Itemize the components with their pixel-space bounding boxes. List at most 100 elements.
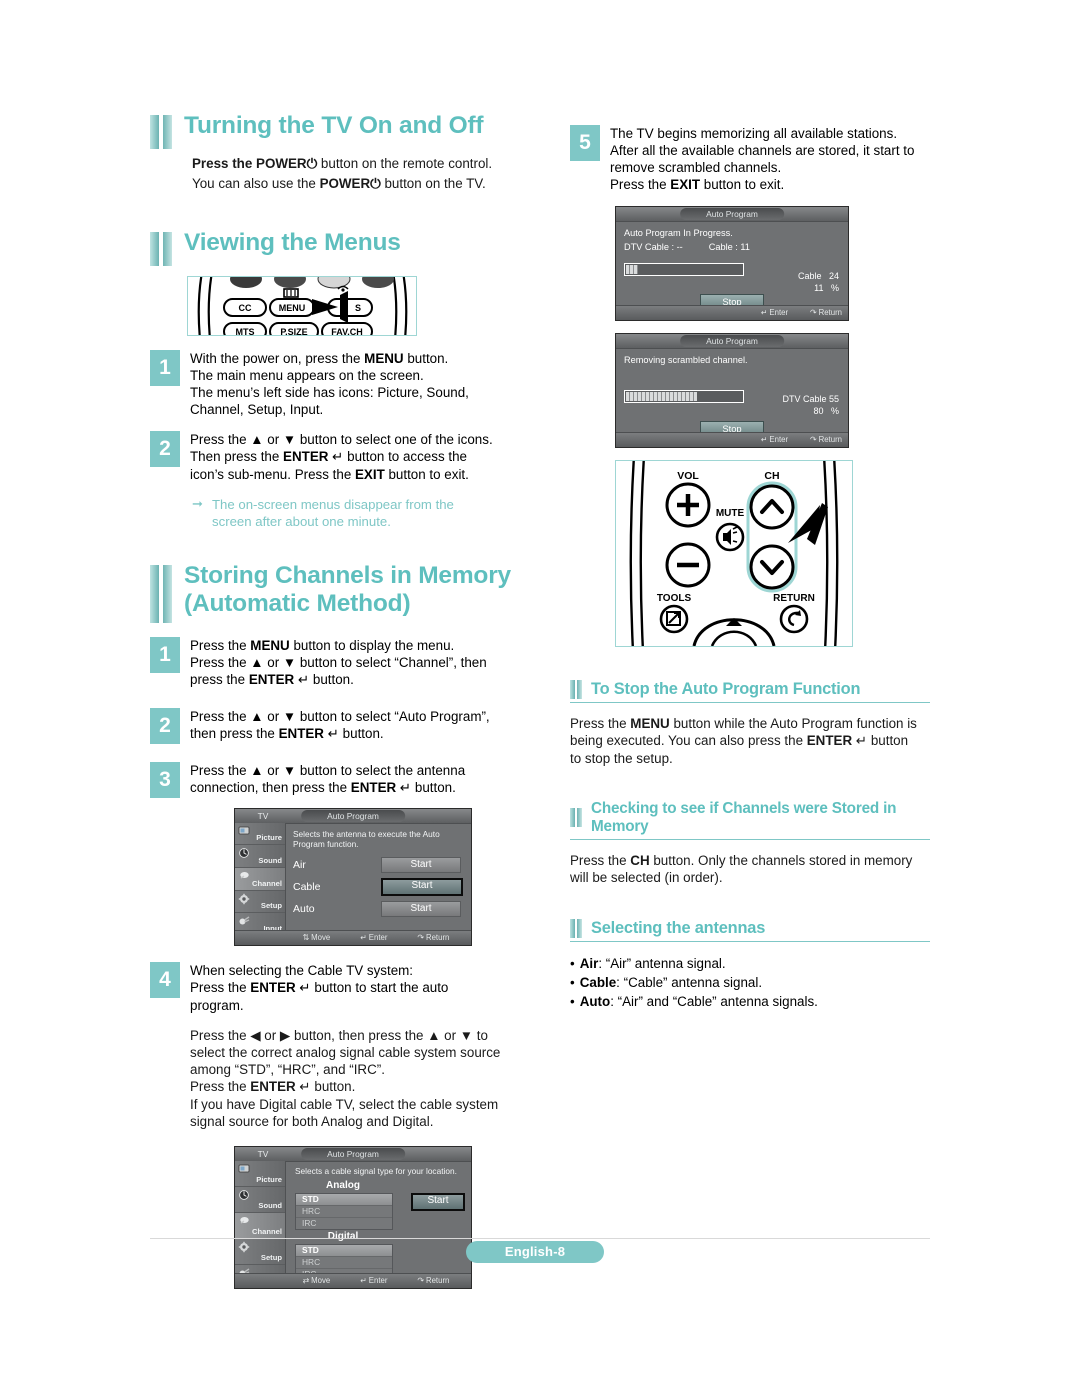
osd-main-panel: Selects the antenna to execute the Auto … [287, 824, 471, 917]
osd-option-analog-irc[interactable]: IRC [296, 1218, 392, 1229]
step-item: 1 With the power on, press the MENU butt… [150, 350, 550, 419]
step-line-rendered: With the power on, press the MENU button… [190, 351, 449, 367]
page-title-storing-channels: Storing Channels in Memory (Automatic Me… [184, 562, 511, 618]
step-line-rendered: connection, then press the ENTER ↵ butto… [190, 779, 456, 796]
osd-main-panel: Selects a cable signal type for your loc… [287, 1162, 471, 1282]
osd-start-button-cable[interactable]: Start [381, 877, 463, 896]
svg-text:RETURN: RETURN [773, 593, 815, 604]
step-number: 2 [150, 707, 180, 744]
osd-tab-title: Auto Program [680, 207, 784, 220]
osd-hint-label: Return [425, 1276, 450, 1286]
svg-text:CC: CC [239, 303, 252, 313]
osd-start-button-auto[interactable]: Start [381, 900, 461, 917]
step-item: 4 When selecting the Cable TV system: Pr… [150, 961, 550, 1015]
osd-sidebar-item-channel[interactable]: Channel [235, 868, 285, 891]
subtitle-checking-channels: Checking to see if Channels were Stored … [591, 799, 897, 835]
osd-sidebar-item-picture[interactable]: Picture [235, 823, 285, 846]
left-column: Turning the TV On and Off Press the POWE… [150, 112, 550, 1289]
osd-body: Auto Program In Progress. DTV Cable : --… [616, 222, 848, 309]
step-item: 3 Press the ▲ or ▼ button to select the … [150, 761, 550, 798]
osd-hint-enter: ↵ Enter [360, 933, 387, 942]
step-line-rendered: then press the ENTER ↵ button. [190, 725, 384, 742]
step-text: Press the ▲ or ▼ button to select “Auto … [190, 708, 490, 744]
osd-sidebar-item-setup[interactable]: Setup [235, 1239, 285, 1265]
osd-option-digital-std[interactable]: STD [296, 1245, 392, 1258]
osd-hint-label: Enter [368, 933, 388, 943]
bullet-desc: : “Cable” antenna signal. [616, 974, 763, 990]
step-text: With the power on, press the MENU button… [190, 350, 469, 419]
move-arrows-icon: ⇅ [302, 933, 310, 943]
extra-line: among “STD”, “HRC”, and “IRC”. [190, 1061, 385, 1077]
heading-accent-bars-icon [150, 115, 174, 149]
osd-progress-status: Cable 24 11 % [798, 270, 839, 294]
osd-status-value: 24 [828, 270, 839, 281]
osd-sidebar-item-setup[interactable]: Setup [235, 891, 285, 914]
osd-tv-label: TV [257, 810, 269, 821]
bullet-term: Air [579, 955, 599, 971]
step-item: 5 The TV begins memorizing all available… [570, 125, 930, 194]
osd-sidebar-item-sound[interactable]: Sound [235, 1187, 285, 1213]
osd-hint-enter: ↵ Enter [360, 1276, 387, 1285]
osd-option-digital-hrc[interactable]: HRC [296, 1257, 392, 1270]
svg-text:MENU: MENU [279, 303, 306, 313]
osd-group-title-analog: Analog [326, 1180, 360, 1192]
osd-progress-line1: Auto Program In Progress. [624, 227, 733, 238]
title-line-2: (Automatic Method) [184, 589, 411, 617]
osd-sidebar-label: Setup [260, 901, 282, 911]
step-line-rendered: press the ENTER ↵ button. [190, 671, 354, 688]
osd-hint-label: Move [311, 1276, 331, 1286]
osd-sidebar-item-picture[interactable]: Picture [235, 1161, 285, 1187]
body-line: Press the MENU button while the Auto Pro… [570, 715, 917, 731]
section-storing-channels-heading: Storing Channels in Memory (Automatic Me… [150, 562, 550, 624]
osd-hint-return: ↷ Return [417, 933, 449, 942]
page-title-viewing-menus: Viewing the Menus [184, 229, 401, 257]
step-line-rendered: The TV begins memorizing all available s… [610, 126, 898, 141]
note-onscreen-menus: ➞ The on-screen menus disappear from the… [192, 496, 550, 530]
section-turning-tv-heading: Turning the TV On and Off [150, 112, 550, 149]
osd-percent-value: 80 [813, 405, 824, 416]
osd-topbar: TV Auto Program [235, 1146, 471, 1162]
step-item: 2 Press the ▲ or ▼ button to select “Aut… [150, 707, 550, 744]
osd-description: Selects a cable signal type for your loc… [295, 1165, 457, 1176]
osd-removing-line1: Removing scrambled channel. [624, 354, 748, 365]
step-line-rendered: program. [190, 997, 244, 1013]
manual-page: Turning the TV On and Off Press the POWE… [0, 0, 1080, 1397]
step-number: 5 [570, 125, 600, 161]
extra-line: signal source for both Analog and Digita… [190, 1113, 434, 1129]
osd-status-row-1: Cable 24 [798, 270, 839, 282]
osd-progress-fill [626, 264, 638, 274]
input-icon [239, 916, 250, 925]
setup-gear-icon [238, 1241, 250, 1253]
osd-sidebar-label: Channel [252, 1226, 282, 1236]
osd-hint-label: Return [818, 435, 842, 445]
osd-group-title-digital: Digital [327, 1231, 359, 1243]
osd-option-analog-hrc[interactable]: HRC [296, 1206, 392, 1219]
turning-tv-line-1: Press the POWER⏻ button on the remote co… [192, 156, 493, 172]
osd-auto-program-antenna: TV Auto Program Picture Sound Channel Se… [234, 807, 472, 946]
osd-sidebar-item-sound[interactable]: Sound [235, 845, 285, 869]
osd-option-analog-std[interactable]: STD [296, 1194, 392, 1207]
return-icon: ↷ [417, 1276, 424, 1286]
heading-accent-bars-icon [150, 565, 174, 624]
note-line: screen after about one minute. [212, 513, 391, 529]
osd-status-row-2: 80 % [782, 405, 839, 417]
step-item: 2 Press the ▲ or ▼ button to select one … [150, 430, 550, 484]
osd-progress-bar [624, 389, 744, 403]
step-text: Press the ▲ or ▼ button to select the an… [190, 762, 465, 798]
extra-line: Press the ENTER ↵ button. [190, 1078, 356, 1095]
osd-hint-bar: ⇄ Move ↵ Enter ↷ Return [235, 1272, 471, 1288]
osd-hint-label: Return [818, 308, 842, 318]
osd-option-box-analog: STD HRC IRC [295, 1193, 393, 1231]
osd-sidebar-label: Picture [256, 833, 282, 843]
osd-hint-label: Enter [368, 1276, 388, 1286]
osd-start-button-air[interactable]: Start [381, 856, 461, 873]
osd-sidebar-item-channel[interactable]: Channel [235, 1212, 285, 1239]
osd-tab-title: Auto Program [301, 809, 405, 822]
note-text: The on-screen menus disappear from the s… [212, 496, 454, 530]
osd-start-button[interactable]: Start [411, 1193, 465, 1212]
step-text: Press the MENU button to display the men… [190, 637, 487, 690]
body-line: being executed. You can also press the E… [570, 732, 909, 749]
step-line-rendered: Press the ▲ or ▼ button to select the an… [190, 762, 466, 778]
enter-icon: ↵ [360, 933, 367, 943]
osd-percent-symbol: % [830, 405, 839, 416]
